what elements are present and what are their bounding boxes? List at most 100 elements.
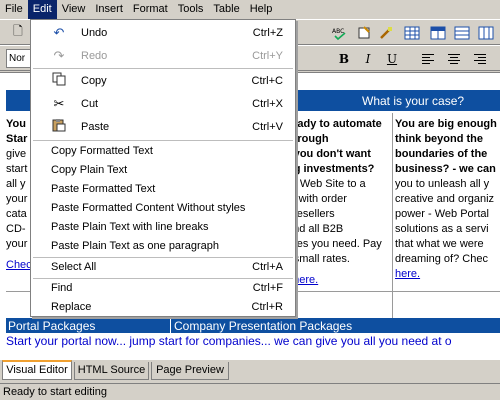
column-line: You are big enough — [395, 118, 497, 130]
align-left-icon[interactable] — [418, 49, 438, 68]
packages-banner: Portal Packages Company Presentation Pac… — [6, 318, 500, 333]
menu-item-redo[interactable]: ↷ Redo Ctrl+Y — [31, 47, 295, 65]
underline-icon[interactable]: U — [382, 49, 402, 68]
spell-check-icon[interactable]: ABC — [330, 23, 350, 42]
column-line: ures you need. Pay — [287, 238, 382, 250]
column-line: think beyond the — [395, 133, 483, 145]
shortcut-label: Ctrl+A — [252, 261, 283, 273]
column-line: boundaries of the — [395, 148, 488, 160]
text-column-2: ready to automate through t you don't wa… — [287, 117, 387, 288]
tab-page-preview[interactable]: Page Preview — [151, 362, 229, 380]
menu-separator — [33, 68, 293, 69]
menu-item-label: Paste Formatted Content Without styles — [51, 202, 246, 214]
menu-view[interactable]: View — [57, 0, 91, 19]
menu-item-find[interactable]: Find Ctrl+F — [31, 279, 295, 297]
column-line: ready to automate — [287, 118, 382, 130]
company-packages-heading: Company Presentation Packages — [174, 319, 353, 333]
check-link[interactable]: t here. — [287, 273, 387, 288]
menu-item-select-all[interactable]: Select All Ctrl+A — [31, 258, 295, 276]
menu-item-label: Select All — [51, 261, 97, 273]
menu-item-undo[interactable]: ↶ Undo Ctrl+Z — [31, 24, 295, 42]
align-right-icon[interactable] — [470, 49, 490, 68]
menu-help[interactable]: Help — [245, 0, 278, 19]
edit-menu-dropdown: ↶ Undo Ctrl+Z ↷ Redo Ctrl+Y Copy Ctrl+C … — [30, 19, 296, 317]
menu-item-copy-formatted[interactable]: Copy Formatted Text — [31, 142, 295, 160]
tab-visual-editor[interactable]: Visual Editor — [2, 360, 72, 380]
column-line: dreaming of? Chec — [395, 253, 488, 265]
menu-item-label: Copy Formatted Text — [51, 145, 153, 157]
menu-edit[interactable]: Edit — [27, 0, 57, 19]
insert-row-icon[interactable] — [452, 23, 472, 42]
menu-insert[interactable]: Insert — [90, 0, 128, 19]
view-tabs: Visual Editor HTML Source Page Preview — [0, 360, 500, 382]
menu-item-label: Redo — [81, 50, 108, 62]
menu-tools[interactable]: Tools — [173, 0, 209, 19]
copy-icon — [51, 72, 67, 91]
brush-icon[interactable] — [376, 23, 396, 42]
menu-bar: File Edit View Insert Format Tools Table… — [0, 0, 500, 19]
text-column-3: You are big enough think beyond the boun… — [395, 117, 500, 282]
shortcut-label: Ctrl+R — [251, 301, 283, 313]
menu-item-replace[interactable]: Replace Ctrl+R — [31, 298, 295, 316]
menu-item-paste-without-styles[interactable]: Paste Formatted Content Without styles — [31, 199, 295, 217]
shortcut-label: Ctrl+Z — [252, 27, 283, 39]
column-line: ng investments? — [287, 163, 375, 175]
shortcut-label: Ctrl+X — [252, 98, 283, 110]
menu-item-label: Find — [51, 282, 73, 294]
column-line: r small rates. — [287, 253, 350, 265]
bold-icon[interactable]: B — [334, 49, 354, 68]
column-line: through — [287, 133, 329, 145]
banner-divider — [170, 318, 171, 333]
menu-item-cut[interactable]: ✂ Cut Ctrl+X — [31, 95, 295, 113]
new-document-icon[interactable]: 🗋 — [8, 23, 28, 42]
column-line: al with order — [287, 193, 347, 205]
menu-item-label: Copy — [81, 75, 107, 87]
menu-item-copy-plain[interactable]: Copy Plain Text — [31, 161, 295, 179]
menu-item-paste-formatted[interactable]: Paste Formatted Text — [31, 180, 295, 198]
status-bar: Ready to start editing — [0, 383, 500, 400]
column-line: solutions as a servi — [395, 223, 489, 235]
menu-item-label: Paste Plain Text as one paragraph — [51, 240, 219, 252]
column-line: ur Web Site to a — [287, 178, 366, 190]
packages-text: Start your portal now... jump start for … — [6, 334, 452, 348]
column-line: that what we were — [395, 238, 484, 250]
column-line: creative and organiz — [395, 193, 495, 205]
case-heading: What is your case? — [362, 94, 465, 108]
column-line: you to unleash all y — [395, 178, 490, 190]
menu-item-paste[interactable]: Paste Ctrl+V — [31, 118, 295, 136]
insert-table-icon[interactable] — [402, 23, 422, 42]
portal-packages-heading: Portal Packages — [8, 319, 96, 333]
column-line: , resellers — [287, 208, 335, 220]
italic-icon[interactable]: I — [358, 49, 378, 68]
menu-item-copy[interactable]: Copy Ctrl+C — [31, 72, 295, 90]
menu-item-label: Paste Formatted Text — [51, 183, 156, 195]
insert-column-icon[interactable] — [476, 23, 496, 42]
menu-item-label: Replace — [51, 301, 92, 313]
clean-format-icon[interactable] — [354, 23, 374, 42]
menu-item-label: Cut — [81, 98, 99, 110]
svg-text:ABC: ABC — [332, 28, 344, 35]
menu-format[interactable]: Format — [128, 0, 173, 19]
menu-item-label: Undo — [81, 27, 108, 39]
menu-item-label: Paste — [81, 121, 110, 133]
column-line: business? - we can — [395, 163, 496, 175]
check-link[interactable]: here. — [395, 267, 500, 282]
menu-separator — [33, 140, 293, 141]
shortcut-label: Ctrl+F — [252, 282, 283, 294]
shortcut-label: Ctrl+Y — [252, 50, 283, 62]
align-center-icon[interactable] — [444, 49, 464, 68]
column-line: t you don't want — [287, 148, 371, 160]
redo-icon: ↷ — [53, 48, 65, 63]
shortcut-label: Ctrl+C — [251, 75, 283, 87]
tab-html-source[interactable]: HTML Source — [74, 362, 149, 380]
table-properties-icon[interactable] — [428, 23, 448, 42]
menu-item-paste-plain-line-breaks[interactable]: Paste Plain Text with line breaks — [31, 218, 295, 236]
menu-table[interactable]: Table — [208, 0, 244, 19]
menu-file[interactable]: File — [0, 0, 28, 19]
paste-icon — [51, 118, 67, 137]
column-line: power - Web Portal — [395, 208, 489, 220]
menu-item-paste-plain-one-paragraph[interactable]: Paste Plain Text as one paragraph — [31, 237, 295, 255]
menu-item-label: Paste Plain Text with line breaks — [51, 221, 209, 233]
menu-item-label: Copy Plain Text — [51, 164, 128, 176]
shortcut-label: Ctrl+V — [252, 121, 283, 133]
